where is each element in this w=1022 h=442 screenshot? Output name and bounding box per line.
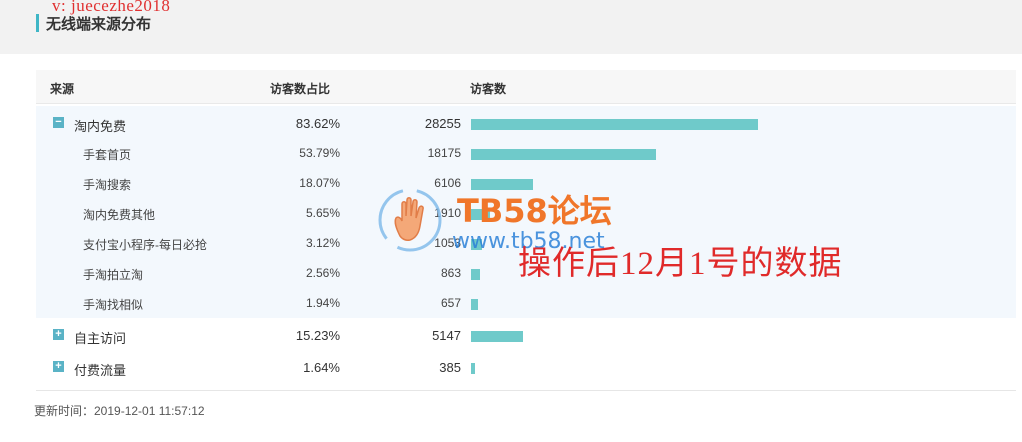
watermark-brand: TB58论坛 [457,192,612,230]
table-row-child: 手淘找相似 1.94% 657 [36,288,1016,318]
header-ratio: 访客数占比 [270,82,331,96]
expand-icon[interactable]: + [53,329,64,340]
source-name: 手淘拍立淘 [83,268,144,282]
section-title: 无线端来源分布 [36,13,151,33]
visitor-bar [471,331,523,342]
visitor-count: 18175 [427,146,461,160]
visitor-count: 385 [439,360,461,375]
visitor-ratio: 2.56% [305,266,340,280]
source-name: 手淘找相似 [83,298,144,312]
table-row-child: 手套首页 53.79% 18175 [36,138,1016,168]
source-name: 手淘搜索 [83,178,132,192]
hand-logo-icon [378,188,442,252]
visitor-bar [471,149,656,160]
update-time: 更新时间：2019-12-01 11:57:12 [34,404,205,418]
title-accent-bar [36,14,39,32]
visitor-bar [471,269,480,280]
visitor-ratio: 5.65% [305,206,340,220]
table-header: 来源 访客数占比 访客数 [36,70,1016,104]
visitor-ratio: 1.94% [305,296,340,310]
table-row-group[interactable]: − 淘内免费 83.62% 28255 [36,108,1016,138]
visitor-ratio: 15.23% [295,328,340,343]
visitor-count: 863 [440,266,461,280]
source-name: 淘内免费 [74,119,127,134]
visitor-count: 5147 [432,328,461,343]
source-name: 手套首页 [83,148,132,162]
visitor-bar [471,363,475,374]
collapse-icon[interactable]: − [53,117,64,128]
header-source: 来源 [50,82,75,96]
visitor-ratio: 1.64% [303,360,340,375]
source-name: 自主访问 [74,331,127,346]
visitor-bar [471,119,758,130]
expand-icon[interactable]: + [53,361,64,372]
visitor-ratio: 53.79% [299,146,340,160]
table-row-group[interactable]: + 自主访问 15.23% 5147 [36,320,1016,350]
source-name: 淘内免费其他 [83,208,156,222]
source-name: 付费流量 [74,363,127,378]
header-visitors: 访客数 [470,82,507,96]
table-row-group[interactable]: + 付费流量 1.64% 385 [36,352,1016,382]
visitor-bar [471,299,478,310]
visitor-ratio: 83.62% [295,116,340,131]
visitor-count: 657 [440,296,461,310]
visitor-count: 28255 [424,116,461,131]
footer-divider [36,390,1016,391]
watermark-handle: v: juecezhe2018 [52,0,171,15]
source-name: 支付宝小程序-每日必抢 [83,238,207,252]
visitor-ratio: 3.12% [305,236,340,250]
watermark-note: 操作后12月1号的数据 [518,246,843,282]
visitor-ratio: 18.07% [299,176,340,190]
